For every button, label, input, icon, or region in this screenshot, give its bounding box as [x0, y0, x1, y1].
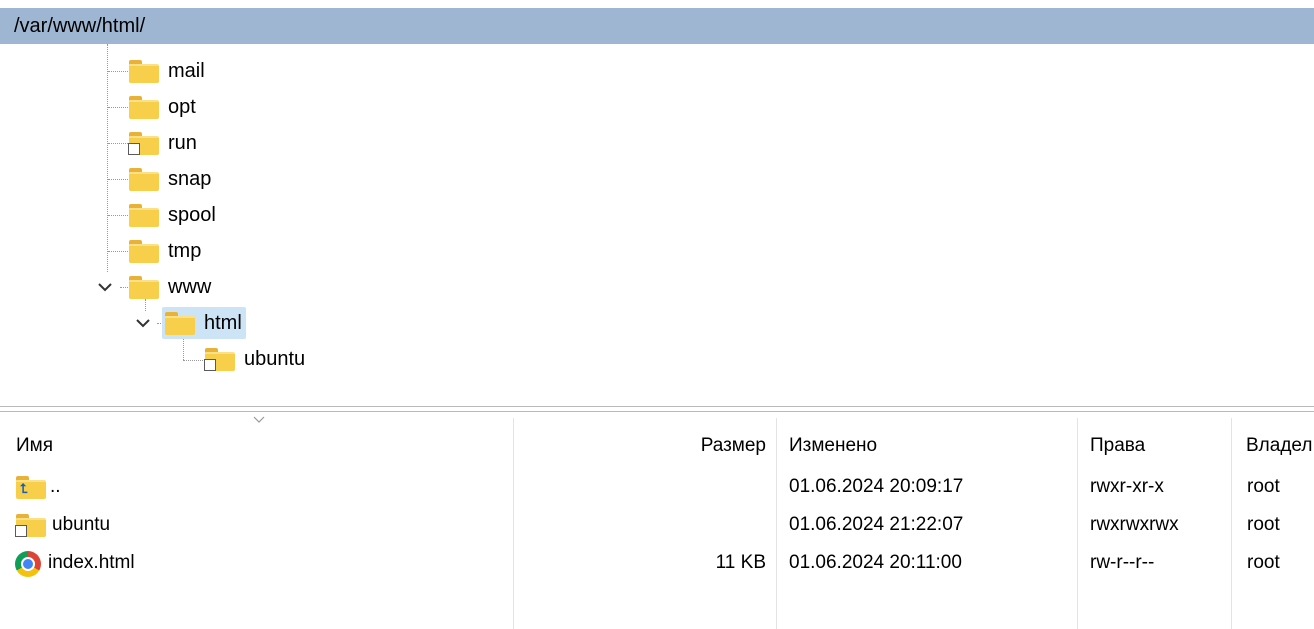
chevron-down-icon[interactable] [94, 276, 116, 298]
column-header-name[interactable]: Имя [16, 426, 53, 466]
file-name: .. [50, 476, 61, 497]
tree-item-label: www [168, 275, 212, 298]
tree-item-mail[interactable]: mail [126, 55, 209, 87]
file-permissions: rwxrwxrwx [1090, 514, 1179, 535]
current-path: /var/www/html/ [14, 15, 146, 37]
tree-item-label: run [168, 131, 197, 154]
file-modified: 01.06.2024 20:11:00 [789, 552, 962, 573]
file-owner: root [1247, 552, 1280, 573]
table-row[interactable]: index.html 11 KB 01.06.2024 20:11:00 rw-… [0, 543, 1314, 583]
tree-guide-line [108, 179, 128, 180]
tree-item-spool[interactable]: spool [126, 199, 220, 231]
folder-icon [128, 167, 160, 191]
column-header-owner[interactable]: Владел [1246, 426, 1312, 466]
folder-icon [128, 95, 160, 119]
column-header-permissions[interactable]: Права [1090, 426, 1145, 466]
tree-guide-line [108, 215, 128, 216]
folder-icon [128, 239, 160, 263]
column-header-size[interactable]: Размер [640, 426, 766, 466]
tree-guide-line [183, 360, 203, 361]
file-permissions: rwxr-xr-x [1090, 476, 1164, 497]
tree-guide-line [108, 143, 128, 144]
tree-guide-line [108, 71, 128, 72]
tree-item-run[interactable]: run [126, 127, 201, 159]
folder-icon [128, 59, 160, 83]
file-name: ubuntu [52, 514, 111, 535]
tree-item-label: tmp [168, 239, 202, 262]
file-size [640, 505, 766, 545]
file-size [640, 467, 766, 507]
tree-item-snap[interactable]: snap [126, 163, 215, 195]
file-list: Имя Размер Изменено Права Владел ⮤ .. 01… [0, 412, 1314, 629]
tree-guide-line [107, 44, 108, 272]
folder-icon [128, 203, 160, 227]
file-owner: root [1247, 514, 1280, 535]
tree-guide-line [108, 251, 128, 252]
tree-item-ubuntu[interactable]: ubuntu [202, 343, 309, 375]
list-header: Имя Размер Изменено Права Владел [0, 426, 1314, 466]
tree-item-label: html [204, 311, 242, 334]
file-permissions: rw-r--r-- [1090, 552, 1155, 573]
column-header-modified[interactable]: Изменено [789, 426, 877, 466]
folder-icon [128, 275, 160, 299]
parent-folder-icon: ⮤ [15, 475, 47, 499]
tree-guide-line [183, 338, 184, 360]
table-row[interactable]: ubuntu 01.06.2024 21:22:07 rwxrwxrwx roo… [0, 505, 1314, 545]
folder-link-icon [204, 347, 236, 371]
tree-item-label: snap [168, 167, 212, 190]
file-owner: root [1247, 476, 1280, 497]
chrome-icon [15, 551, 41, 577]
tree-item-html[interactable]: html [162, 307, 246, 339]
tree-guide-line [108, 107, 128, 108]
table-row[interactable]: ⮤ .. 01.06.2024 20:09:17 rwxr-xr-x root [0, 467, 1314, 507]
tree-item-label: ubuntu [244, 347, 306, 370]
file-name: index.html [48, 552, 135, 573]
tree-item-tmp[interactable]: tmp [126, 235, 205, 267]
sort-chevron-icon [253, 416, 265, 423]
file-modified: 01.06.2024 20:09:17 [789, 476, 964, 497]
tree-item-label: mail [168, 59, 205, 82]
chevron-down-icon[interactable] [132, 312, 154, 334]
file-size: 11 KB [715, 552, 766, 573]
folder-link-icon [128, 131, 160, 155]
file-modified: 01.06.2024 21:22:07 [789, 514, 964, 535]
path-bar[interactable]: /var/www/html/ [0, 8, 1314, 44]
folder-icon [164, 311, 196, 335]
tree-item-label: spool [168, 203, 216, 226]
tree-item-www[interactable]: www [126, 271, 215, 303]
tree-item-opt[interactable]: opt [126, 91, 200, 123]
tree-item-label: opt [168, 95, 196, 118]
folder-link-icon [15, 513, 47, 537]
directory-tree: mail opt run snap spool tmp www html ubu… [0, 44, 1314, 406]
